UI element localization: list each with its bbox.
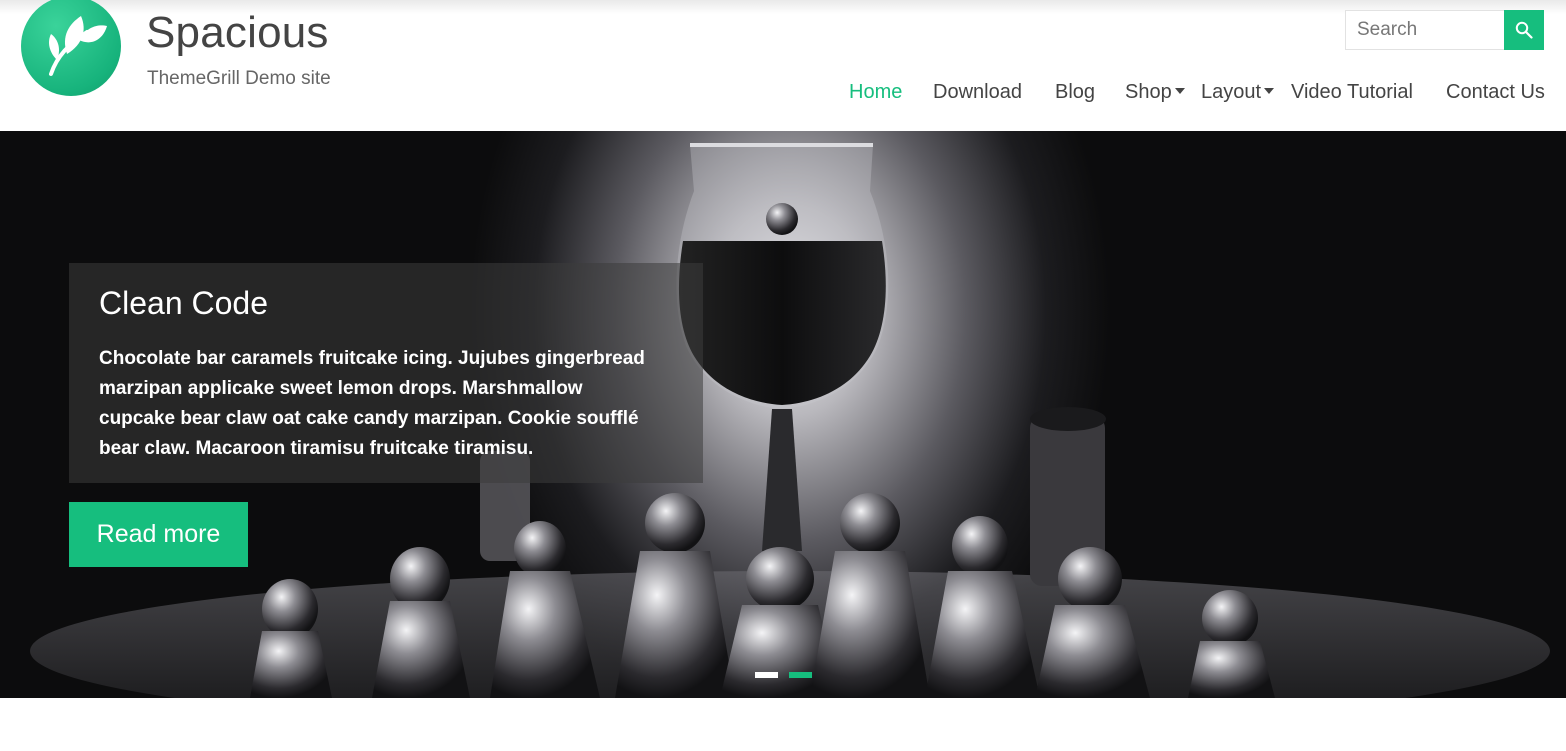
- search-input[interactable]: [1345, 10, 1504, 50]
- nav-item-video-tutorial[interactable]: Video Tutorial: [1291, 81, 1413, 104]
- slider-pager: [755, 672, 812, 678]
- nav-item-shop[interactable]: Shop: [1125, 81, 1185, 104]
- nav-label: Shop: [1125, 81, 1172, 103]
- nav-label: Video Tutorial: [1291, 81, 1413, 103]
- slide-description: Chocolate bar caramels fruitcake icing. …: [99, 348, 645, 459]
- search-form: [1345, 10, 1544, 50]
- slider-dot-2[interactable]: [789, 672, 812, 678]
- nav-item-home[interactable]: Home: [849, 81, 902, 104]
- search-button[interactable]: [1504, 10, 1544, 50]
- nav-label: Home: [849, 81, 903, 103]
- caret-down-icon: [1174, 88, 1185, 95]
- search-icon: [1515, 21, 1533, 39]
- nav-item-layout[interactable]: Layout: [1201, 81, 1275, 104]
- nav-label: Download: [933, 81, 1022, 103]
- nav-label: Layout: [1201, 81, 1262, 103]
- slide-title[interactable]: Clean Code: [99, 285, 268, 322]
- nav-item-download[interactable]: Download: [933, 81, 1022, 104]
- site-title[interactable]: Spacious: [146, 8, 329, 58]
- caret-down-icon: [1264, 88, 1275, 95]
- nav-label: Blog: [1055, 81, 1096, 103]
- leaf-icon: [49, 16, 107, 76]
- slider-dot-1[interactable]: [755, 672, 778, 678]
- site-description: ThemeGrill Demo site: [147, 68, 331, 89]
- site-logo[interactable]: [21, 0, 121, 96]
- hero-slider: Clean Code Chocolate bar caramels fruitc…: [0, 131, 1566, 698]
- nav-label: Contact Us: [1446, 81, 1545, 103]
- read-more-button[interactable]: Read more: [69, 502, 248, 567]
- nav-item-contact-us[interactable]: Contact Us: [1446, 81, 1545, 104]
- nav-item-blog[interactable]: Blog: [1055, 81, 1095, 104]
